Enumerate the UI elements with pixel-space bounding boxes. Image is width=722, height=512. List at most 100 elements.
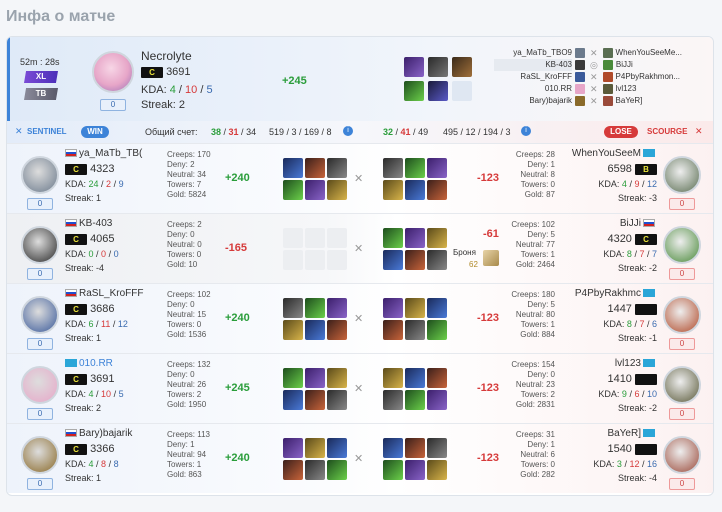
- player-avatar[interactable]: [21, 296, 59, 334]
- item-slot[interactable]: [283, 390, 303, 410]
- page-title: Инфа о матче: [6, 8, 116, 25]
- player-stats: Creeps: 102 Deny: 0 Neutral: 15 Towers: 0 Go…: [167, 290, 211, 339]
- player-name[interactable]: 010.RR: [79, 358, 113, 369]
- player-stats: Creeps: 28 Deny: 1 Neutral: 8 Towers: 0 Gold…: [515, 150, 555, 199]
- item-slot[interactable]: [405, 180, 425, 200]
- player-avatar[interactable]: [663, 156, 701, 194]
- item-slot[interactable]: [405, 368, 425, 388]
- player-avatar[interactable]: [21, 156, 59, 194]
- player-name[interactable]: lvl123: [615, 358, 641, 369]
- item-slot[interactable]: [405, 158, 425, 178]
- item-slot[interactable]: [427, 180, 447, 200]
- item-slot[interactable]: [305, 180, 325, 200]
- item-slot[interactable]: [327, 320, 347, 340]
- item-slot[interactable]: [405, 250, 425, 270]
- item-slot[interactable]: [405, 298, 425, 318]
- item-slot[interactable]: [327, 438, 347, 458]
- player-name[interactable]: KB-403: [79, 218, 112, 229]
- player-avatar[interactable]: [663, 436, 701, 474]
- item-slot[interactable]: [405, 460, 425, 480]
- player-name-line: KB-403: [65, 218, 112, 229]
- item-slot[interactable]: [404, 57, 424, 77]
- player-avatar[interactable]: [663, 366, 701, 404]
- player-avatar[interactable]: [21, 436, 59, 474]
- item-slot[interactable]: [383, 250, 403, 270]
- item-slot[interactable]: [327, 390, 347, 410]
- item-slot[interactable]: [427, 390, 447, 410]
- player-avatar[interactable]: [21, 226, 59, 264]
- item-slot[interactable]: [383, 438, 403, 458]
- item-slot[interactable]: [383, 460, 403, 480]
- player-name[interactable]: P4PbyRakhmc: [575, 288, 641, 299]
- item-slot[interactable]: [305, 390, 325, 410]
- item-slot[interactable]: [305, 298, 325, 318]
- item-slot[interactable]: [405, 438, 425, 458]
- player-avatar[interactable]: [663, 296, 701, 334]
- item-slot[interactable]: [283, 460, 303, 480]
- player-rating-line: 1447: [607, 303, 657, 315]
- item-slot[interactable]: [428, 81, 448, 101]
- player-name[interactable]: BaYeR]: [607, 428, 641, 439]
- item-slot[interactable]: [427, 228, 447, 248]
- player-avatar[interactable]: [663, 226, 701, 264]
- item-slot[interactable]: [327, 460, 347, 480]
- item-slot[interactable]: [305, 320, 325, 340]
- item-slot[interactable]: [427, 320, 447, 340]
- player-avatar[interactable]: [21, 366, 59, 404]
- item-slot[interactable]: [305, 438, 325, 458]
- item-slot[interactable]: [405, 228, 425, 248]
- item-slot-empty: [327, 250, 347, 270]
- item-slot[interactable]: [383, 368, 403, 388]
- item-slot[interactable]: [283, 438, 303, 458]
- item-slot[interactable]: [383, 298, 403, 318]
- info-icon[interactable]: i: [521, 126, 531, 136]
- item-slot[interactable]: [427, 368, 447, 388]
- player-name[interactable]: Necrolyte: [141, 49, 192, 63]
- item-slot[interactable]: [427, 250, 447, 270]
- item-slot[interactable]: [405, 390, 425, 410]
- item-slot[interactable]: [327, 298, 347, 318]
- player-name[interactable]: RaSL_KroFFF: [79, 288, 143, 299]
- player-streak: Streak: -4: [65, 263, 105, 273]
- rating-delta: -123: [477, 312, 500, 324]
- item-slot[interactable]: [305, 460, 325, 480]
- item-slot[interactable]: [427, 438, 447, 458]
- item-slot[interactable]: [383, 228, 403, 248]
- player-avatar[interactable]: [92, 51, 134, 93]
- player-level: 0: [669, 198, 695, 210]
- item-slot[interactable]: [283, 368, 303, 388]
- score-label: Общий счет:: [145, 127, 198, 137]
- item-slot-empty: [305, 228, 325, 248]
- rating-delta: +245: [282, 75, 307, 87]
- item-slot[interactable]: [327, 368, 347, 388]
- player-name[interactable]: WhenYouSeeM: [572, 148, 641, 159]
- item-slot[interactable]: [383, 390, 403, 410]
- item-slot[interactable]: [383, 320, 403, 340]
- info-icon[interactable]: i: [343, 126, 353, 136]
- item-slot[interactable]: [383, 180, 403, 200]
- player-name[interactable]: Bary)bajarik: [79, 428, 132, 439]
- player-name[interactable]: ya_MaTb_TB(: [79, 148, 142, 159]
- player-rating-line: C 3366: [65, 443, 115, 455]
- item-slot[interactable]: [427, 298, 447, 318]
- versus-icon: ✕: [354, 243, 364, 255]
- item-slot[interactable]: [405, 320, 425, 340]
- item-slot[interactable]: [327, 158, 347, 178]
- item-slot[interactable]: [327, 180, 347, 200]
- item-slot[interactable]: [427, 158, 447, 178]
- player-level: 0: [27, 408, 53, 420]
- item-slot[interactable]: [283, 158, 303, 178]
- item-slot[interactable]: [404, 81, 424, 101]
- matchup-row: 010.RR ✕ lvl123: [544, 84, 637, 94]
- item-slot[interactable]: [428, 57, 448, 77]
- item-slot[interactable]: [305, 368, 325, 388]
- item-slot[interactable]: [452, 57, 472, 77]
- item-slot[interactable]: [305, 158, 325, 178]
- player-name[interactable]: BiJJi: [620, 218, 641, 229]
- item-slot[interactable]: [427, 460, 447, 480]
- item-slot[interactable]: [283, 320, 303, 340]
- item-slot[interactable]: [283, 180, 303, 200]
- item-slot[interactable]: [283, 298, 303, 318]
- player-row: 0 010.RR C 3691 KDA: 4 / 10 / 5 Streak: …: [7, 353, 713, 423]
- item-slot[interactable]: [383, 158, 403, 178]
